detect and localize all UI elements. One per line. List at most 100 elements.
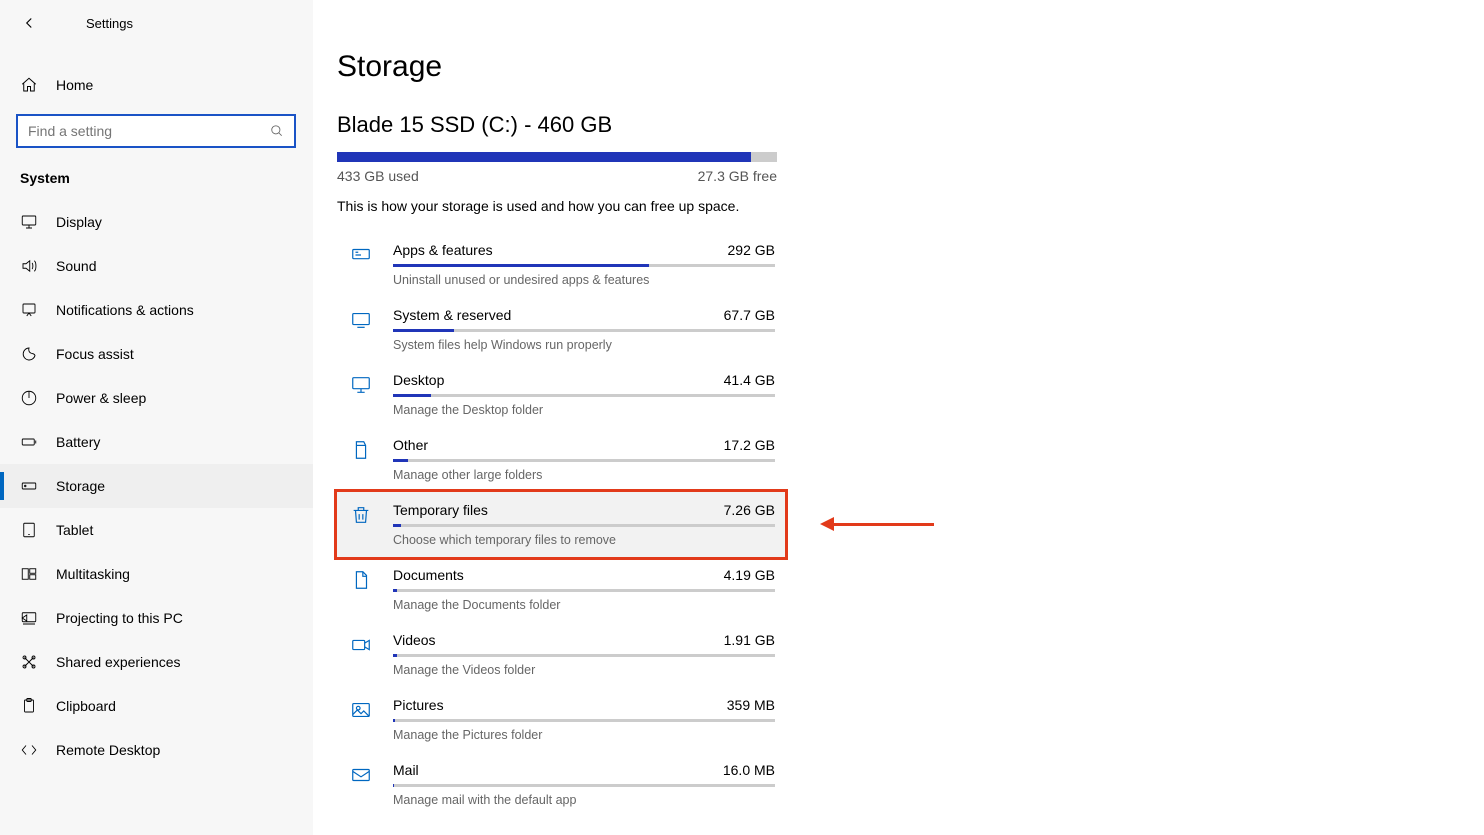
sidebar-item-home[interactable]: Home bbox=[0, 66, 313, 104]
overall-usage-fill bbox=[337, 152, 751, 162]
sidebar-item-storage[interactable]: Storage bbox=[0, 464, 313, 508]
category-bar bbox=[393, 459, 775, 462]
category-label: Temporary files bbox=[393, 502, 488, 518]
used-label: 433 GB used bbox=[337, 168, 419, 184]
power-icon bbox=[20, 389, 38, 407]
category-desktop[interactable]: Desktop41.4 GBManage the Desktop folder bbox=[337, 362, 785, 427]
category-bar bbox=[393, 524, 775, 527]
main-content: Storage Blade 15 SSD (C:) - 460 GB 433 G… bbox=[313, 0, 1484, 835]
search-wrap bbox=[0, 104, 313, 158]
sidebar-item-label: Power & sleep bbox=[56, 390, 146, 406]
page-title: Storage bbox=[337, 50, 1484, 84]
other-icon bbox=[347, 437, 375, 482]
notifications-icon bbox=[20, 301, 38, 319]
category-mail[interactable]: Mail16.0 MBManage mail with the default … bbox=[337, 752, 785, 817]
category-desc: Manage the Documents folder bbox=[393, 598, 775, 612]
sidebar-item-label: Projecting to this PC bbox=[56, 610, 183, 626]
sidebar-item-label: Focus assist bbox=[56, 346, 134, 362]
category-label: Pictures bbox=[393, 697, 444, 713]
category-documents[interactable]: Documents4.19 GBManage the Documents fol… bbox=[337, 557, 785, 622]
sidebar-item-label: Display bbox=[56, 214, 102, 230]
app-title: Settings bbox=[86, 16, 133, 31]
home-label: Home bbox=[56, 77, 93, 93]
sidebar-item-shared[interactable]: Shared experiences bbox=[0, 640, 313, 684]
sidebar-header: Settings bbox=[0, 0, 313, 46]
category-label: Apps & features bbox=[393, 242, 493, 258]
sidebar-item-label: Battery bbox=[56, 434, 100, 450]
category-desc: Manage mail with the default app bbox=[393, 793, 775, 807]
sidebar-item-sound[interactable]: Sound bbox=[0, 244, 313, 288]
category-size: 292 GB bbox=[728, 242, 775, 258]
drive-title: Blade 15 SSD (C:) - 460 GB bbox=[337, 112, 1484, 138]
sidebar-item-projecting[interactable]: Projecting to this PC bbox=[0, 596, 313, 640]
home-icon bbox=[20, 76, 38, 94]
sidebar-item-clipboard[interactable]: Clipboard bbox=[0, 684, 313, 728]
category-bar bbox=[393, 654, 775, 657]
category-body: Apps & features 292 GB Uninstall unused or… bbox=[393, 242, 775, 287]
sidebar-item-focus[interactable]: Focus assist bbox=[0, 332, 313, 376]
category-size: 16.0 MB bbox=[723, 762, 775, 778]
category-bar bbox=[393, 719, 775, 722]
category-temp[interactable]: Temporary files 7.26 GB Choose which tempo… bbox=[337, 492, 785, 557]
category-videos[interactable]: Videos1.91 GBManage the Videos folder bbox=[337, 622, 785, 687]
category-label: System & reserved bbox=[393, 307, 511, 323]
sidebar-item-notifications[interactable]: Notifications & actions bbox=[0, 288, 313, 332]
category-system[interactable]: System & reserved67.7 GBSystem files hel… bbox=[337, 297, 785, 362]
arrow-head-icon bbox=[820, 517, 834, 531]
category-label: Desktop bbox=[393, 372, 444, 388]
annotation-arrow bbox=[820, 517, 934, 531]
sidebar-item-power[interactable]: Power & sleep bbox=[0, 376, 313, 420]
category-size: 17.2 GB bbox=[724, 437, 775, 453]
category-body: Other17.2 GBManage other large folders bbox=[393, 437, 775, 482]
sidebar-item-label: Notifications & actions bbox=[56, 302, 194, 318]
sidebar-item-multitasking[interactable]: Multitasking bbox=[0, 552, 313, 596]
category-body: Videos1.91 GBManage the Videos folder bbox=[393, 632, 775, 677]
category-size: 1.91 GB bbox=[724, 632, 775, 648]
pictures-icon bbox=[347, 697, 375, 742]
category-desc: Choose which temporary files to remove bbox=[393, 533, 775, 547]
category-desc: Uninstall unused or undesired apps & fea… bbox=[393, 273, 775, 287]
videos-icon bbox=[347, 632, 375, 677]
apps-icon bbox=[347, 242, 375, 287]
sidebar-item-label: Multitasking bbox=[56, 566, 130, 582]
sidebar-item-battery[interactable]: Battery bbox=[0, 420, 313, 464]
sidebar-item-remote[interactable]: Remote Desktop bbox=[0, 728, 313, 772]
sound-icon bbox=[20, 257, 38, 275]
sidebar-item-tablet[interactable]: Tablet bbox=[0, 508, 313, 552]
remote-icon bbox=[20, 741, 38, 759]
category-body: Temporary files 7.26 GB Choose which tempo… bbox=[393, 502, 775, 547]
documents-icon bbox=[347, 567, 375, 612]
storage-icon bbox=[20, 477, 38, 495]
category-body: Mail16.0 MBManage mail with the default … bbox=[393, 762, 775, 807]
temp-icon bbox=[347, 502, 375, 547]
category-other[interactable]: Other17.2 GBManage other large folders bbox=[337, 427, 785, 492]
category-size: 359 MB bbox=[727, 697, 775, 713]
category-body: Pictures359 MBManage the Pictures folder bbox=[393, 697, 775, 742]
overall-stats: 433 GB used 27.3 GB free bbox=[337, 168, 777, 184]
category-apps[interactable]: Apps & features 292 GB Uninstall unused or… bbox=[337, 232, 785, 297]
sidebar-item-label: Sound bbox=[56, 258, 96, 274]
focus-icon bbox=[20, 345, 38, 363]
back-button[interactable] bbox=[20, 14, 38, 32]
category-bar bbox=[393, 784, 775, 787]
arrow-left-icon bbox=[20, 14, 38, 32]
sidebar-item-label: Remote Desktop bbox=[56, 742, 160, 758]
mail-icon bbox=[347, 762, 375, 807]
storage-hint: This is how your storage is used and how… bbox=[337, 198, 1484, 214]
sidebar-item-display[interactable]: Display bbox=[0, 200, 313, 244]
sidebar-item-label: Storage bbox=[56, 478, 105, 494]
search-input[interactable] bbox=[28, 123, 270, 139]
sidebar: Settings Home System DisplaySoundNotific… bbox=[0, 0, 313, 835]
category-label: Other bbox=[393, 437, 428, 453]
clipboard-icon bbox=[20, 697, 38, 715]
battery-icon bbox=[20, 433, 38, 451]
search-box[interactable] bbox=[16, 114, 296, 148]
category-size: 7.26 GB bbox=[724, 502, 775, 518]
category-desc: Manage the Videos folder bbox=[393, 663, 775, 677]
category-pictures[interactable]: Pictures359 MBManage the Pictures folder bbox=[337, 687, 785, 752]
sidebar-item-label: Clipboard bbox=[56, 698, 116, 714]
category-body: System & reserved67.7 GBSystem files hel… bbox=[393, 307, 775, 352]
multitasking-icon bbox=[20, 565, 38, 583]
display-icon bbox=[20, 213, 38, 231]
category-bar bbox=[393, 589, 775, 592]
